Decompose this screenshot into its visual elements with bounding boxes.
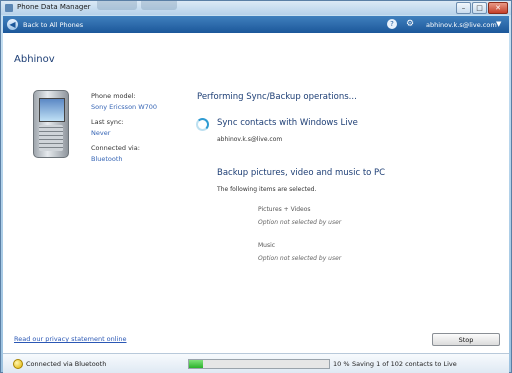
backup-item-music: Music bbox=[258, 242, 276, 249]
back-arrow-icon[interactable]: ◀ bbox=[7, 19, 18, 30]
background-tab bbox=[97, 1, 137, 10]
app-window: Phone Data Manager – □ ✕ ◀ Back to All P… bbox=[0, 0, 512, 373]
status-connection-text: Connected via Bluetooth bbox=[26, 360, 107, 368]
sync-spinner-icon bbox=[196, 118, 209, 131]
help-icon[interactable]: ? bbox=[387, 19, 397, 29]
status-message: Saving 1 of 102 contacts to Live bbox=[352, 360, 457, 368]
close-icon[interactable]: ✕ bbox=[488, 2, 508, 14]
minimize-icon[interactable]: – bbox=[456, 2, 471, 14]
model-value: Sony Ericsson W700 bbox=[91, 103, 158, 111]
window-controls: – □ ✕ bbox=[455, 2, 508, 14]
backup-title: Backup pictures, video and music to PC bbox=[217, 168, 386, 178]
chevron-down-icon[interactable]: ▼ bbox=[496, 20, 501, 28]
phone-keypad bbox=[39, 125, 63, 151]
account-menu[interactable]: abhinov.k.s@live.com bbox=[426, 21, 497, 29]
phone-screen bbox=[39, 98, 65, 122]
backup-item-music-status: Option not selected by user bbox=[258, 255, 342, 262]
progress-percent: 10 % bbox=[333, 360, 350, 368]
privacy-statement-link[interactable]: Read our privacy statement online bbox=[14, 335, 127, 343]
stop-button[interactable]: Stop bbox=[432, 333, 500, 346]
model-label: Phone model: bbox=[91, 92, 136, 100]
last-sync-value: Never bbox=[91, 129, 111, 137]
back-to-all-phones-link[interactable]: Back to All Phones bbox=[23, 21, 83, 29]
backup-item-pictures: Pictures + Videos bbox=[258, 206, 311, 213]
phone-image bbox=[33, 90, 69, 158]
window-title: Phone Data Manager bbox=[17, 3, 91, 11]
background-tab bbox=[141, 1, 177, 10]
backup-subtitle: The following items are selected. bbox=[217, 186, 317, 193]
sync-contacts-account: abhinov.k.s@live.com bbox=[217, 136, 283, 143]
connection-value: Bluetooth bbox=[91, 155, 123, 163]
nav-bar: ◀ Back to All Phones ? ⚙ abhinov.k.s@liv… bbox=[3, 16, 509, 33]
maximize-icon[interactable]: □ bbox=[472, 2, 487, 14]
status-bar: Connected via Bluetooth 10 % Saving 1 of… bbox=[3, 353, 509, 373]
app-icon bbox=[5, 4, 13, 12]
connection-status-icon bbox=[13, 359, 23, 369]
connection-label: Connected via: bbox=[91, 144, 140, 152]
device-name: Abhinov bbox=[14, 54, 55, 65]
sync-contacts-title: Sync contacts with Windows Live bbox=[217, 118, 358, 128]
sync-heading: Performing Sync/Backup operations... bbox=[197, 92, 357, 102]
main-content: Abhinov Phone model: Sony Ericsson W700 … bbox=[3, 33, 509, 353]
sync-progress-bar bbox=[188, 359, 330, 369]
sync-progress-fill bbox=[189, 360, 203, 368]
backup-item-pictures-status: Option not selected by user bbox=[258, 219, 342, 226]
title-bar: Phone Data Manager – □ ✕ bbox=[1, 1, 511, 15]
last-sync-label: Last sync: bbox=[91, 118, 124, 126]
gear-icon[interactable]: ⚙ bbox=[405, 19, 415, 29]
